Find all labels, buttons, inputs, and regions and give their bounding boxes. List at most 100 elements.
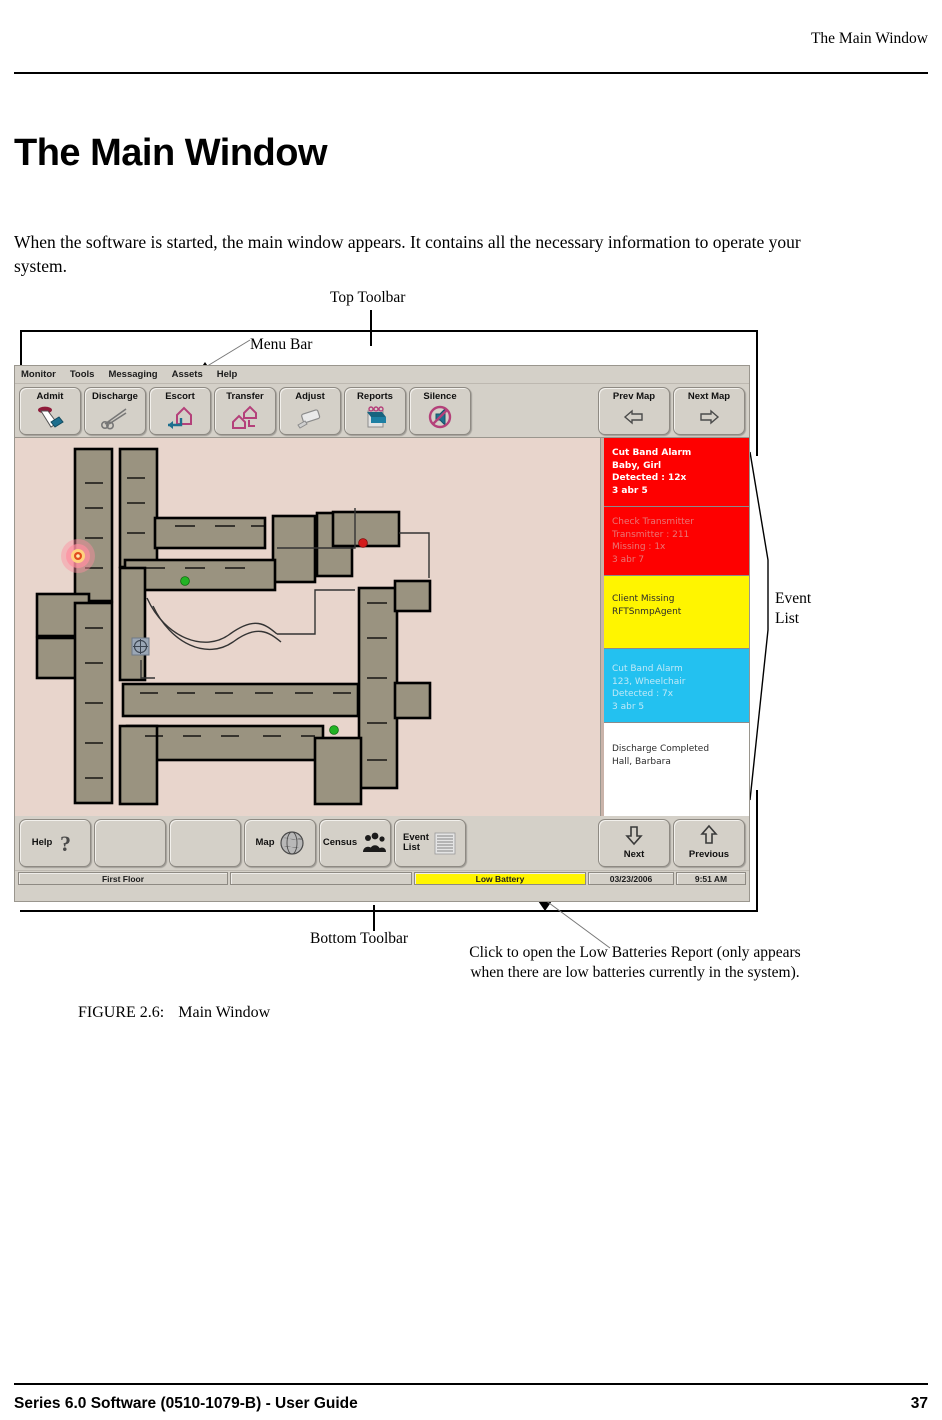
status-date: 03/23/2006: [588, 872, 674, 885]
discharge-button-label: Discharge: [92, 391, 138, 402]
intro-paragraph: When the software is started, the main w…: [14, 231, 801, 277]
previous-button[interactable]: Previous: [673, 819, 745, 867]
hand-stamp-icon: [35, 403, 65, 431]
escort-button[interactable]: Escort: [149, 387, 211, 435]
top-toolbar: Admit Discharge Escort Transfer Adjust R…: [15, 384, 749, 438]
admit-button[interactable]: Admit: [19, 387, 81, 435]
status-time: 9:51 AM: [676, 872, 746, 885]
reports-button-label: Reports: [357, 391, 393, 402]
status-floor[interactable]: First Floor: [18, 872, 228, 885]
menu-item-help[interactable]: Help: [217, 369, 238, 380]
callout-box-right-edge-upper: [756, 330, 758, 456]
help-button[interactable]: Help ?: [19, 819, 91, 867]
next-map-button-label: Next Map: [687, 391, 731, 402]
census-button-label: Census: [322, 837, 358, 848]
annotation-bottom-toolbar: Bottom Toolbar: [310, 930, 409, 947]
adjust-button-label: Adjust: [295, 391, 325, 402]
event-list-item[interactable]: Check Transmitter Transmitter : 211 Miss…: [604, 507, 749, 576]
status-bar: First Floor Low Battery 03/23/2006 9:51 …: [15, 870, 749, 887]
house-to-house-icon: [230, 403, 260, 431]
event-list-item[interactable]: Client Missing RFTSnmpAgent: [604, 576, 749, 649]
list-lines-icon: [433, 830, 457, 856]
event-subject: Transmitter : 211: [612, 529, 690, 540]
census-button[interactable]: Census: [319, 819, 391, 867]
menu-item-monitor[interactable]: Monitor: [21, 369, 56, 380]
menu-bar: Monitor Tools Messaging Assets Help: [15, 366, 749, 384]
page-number: 37: [910, 1395, 928, 1412]
leader-line-bottom-toolbar: [373, 905, 375, 931]
scissors-icon: [100, 403, 130, 431]
bottom-toolbar: Help ? Map Census Event List Next Previo…: [15, 816, 749, 870]
event-list-panel[interactable]: Cut Band Alarm Baby, Girl Detected : 12x…: [601, 438, 749, 816]
callout-box-top-edge: [20, 330, 758, 332]
running-head: The Main Window: [810, 30, 928, 47]
figure-number: FIGURE 2.6:: [78, 1004, 165, 1021]
page-title: The Main Window: [14, 132, 328, 174]
next-button[interactable]: Next: [598, 819, 670, 867]
main-application-window: Monitor Tools Messaging Assets Help Admi…: [14, 365, 750, 902]
event-subject: Baby, Girl: [612, 460, 662, 471]
people-icon: [361, 830, 387, 856]
header-rule: [14, 72, 928, 74]
transfer-button-label: Transfer: [226, 391, 264, 402]
no-sound-icon: [425, 403, 455, 431]
escort-button-label: Escort: [165, 391, 195, 402]
map-button[interactable]: Map: [244, 819, 316, 867]
event-detail: Detected : 7x: [612, 689, 674, 699]
event-list-item[interactable]: Cut Band Alarm 123, Wheelchair Detected …: [604, 649, 749, 723]
event-subject: 123, Wheelchair: [612, 676, 686, 687]
event-list-button[interactable]: Event List: [394, 819, 466, 867]
silence-button[interactable]: Silence: [409, 387, 471, 435]
prev-map-button-label: Prev Map: [612, 391, 656, 402]
event-detail: Detected : 12x: [612, 473, 687, 483]
adjust-button[interactable]: Adjust: [279, 387, 341, 435]
event-title: Cut Band Alarm: [612, 664, 683, 674]
map-button-label: Map: [255, 837, 275, 848]
event-location: 3 abr 7: [612, 554, 645, 565]
blank-button-1[interactable]: [94, 819, 166, 867]
event-list-item[interactable]: Discharge Completed Hall, Barbara: [604, 723, 749, 777]
notepad-icon: [360, 403, 390, 431]
previous-button-label: Previous: [688, 849, 730, 860]
house-arrow-in-icon: [165, 403, 195, 431]
floor-map-pane[interactable]: [15, 438, 601, 816]
event-title: Cut Band Alarm: [612, 448, 692, 458]
figure-caption: FIGURE 2.6: Main Window: [78, 1004, 270, 1022]
discharge-button[interactable]: Discharge: [84, 387, 146, 435]
next-map-button[interactable]: Next Map: [673, 387, 745, 435]
callout-box-right-edge-lower: [756, 790, 758, 912]
arrow-down-icon: [622, 821, 646, 849]
annotation-low-battery-note: Click to open the Low Batteries Report (…: [469, 944, 801, 982]
status-low-battery[interactable]: Low Battery: [414, 872, 586, 885]
event-title: Check Transmitter: [612, 517, 694, 527]
menu-item-messaging[interactable]: Messaging: [108, 369, 157, 380]
figure-text: Main Window: [178, 1004, 271, 1021]
page-footer: Series 6.0 Software (0510-1079-B) - User…: [14, 1395, 928, 1413]
globe-icon: [279, 830, 305, 856]
wrench-icon: [295, 403, 325, 431]
event-location: 3 abr 5: [612, 701, 645, 712]
leader-line-top-toolbar: [370, 310, 372, 346]
svg-text:?: ?: [60, 831, 71, 855]
reports-button[interactable]: Reports: [344, 387, 406, 435]
event-subject: Hall, Barbara: [612, 756, 671, 767]
annotation-event-list: Event List: [775, 589, 811, 629]
event-subject: RFTSnmpAgent: [612, 606, 682, 617]
annotation-event-list-line2: List: [775, 610, 800, 628]
menu-item-tools[interactable]: Tools: [70, 369, 95, 380]
question-mark-icon: ?: [56, 830, 78, 856]
annotation-top-toolbar: Top Toolbar: [330, 289, 406, 306]
menu-item-assets[interactable]: Assets: [172, 369, 203, 380]
status-blank: [230, 872, 412, 885]
annotation-event-list-line1: Event: [775, 590, 812, 607]
transfer-button[interactable]: Transfer: [214, 387, 276, 435]
annotation-menu-bar: Menu Bar: [250, 336, 313, 353]
prev-map-button[interactable]: Prev Map: [598, 387, 670, 435]
footer-rule: [14, 1383, 928, 1385]
event-list-item[interactable]: Cut Band Alarm Baby, Girl Detected : 12x…: [604, 438, 749, 507]
blank-button-2[interactable]: [169, 819, 241, 867]
callout-box-bottom-edge: [20, 910, 758, 912]
arrow-right-icon: [696, 403, 722, 431]
event-detail: Missing : 1x: [612, 542, 666, 552]
silence-button-label: Silence: [423, 391, 457, 402]
